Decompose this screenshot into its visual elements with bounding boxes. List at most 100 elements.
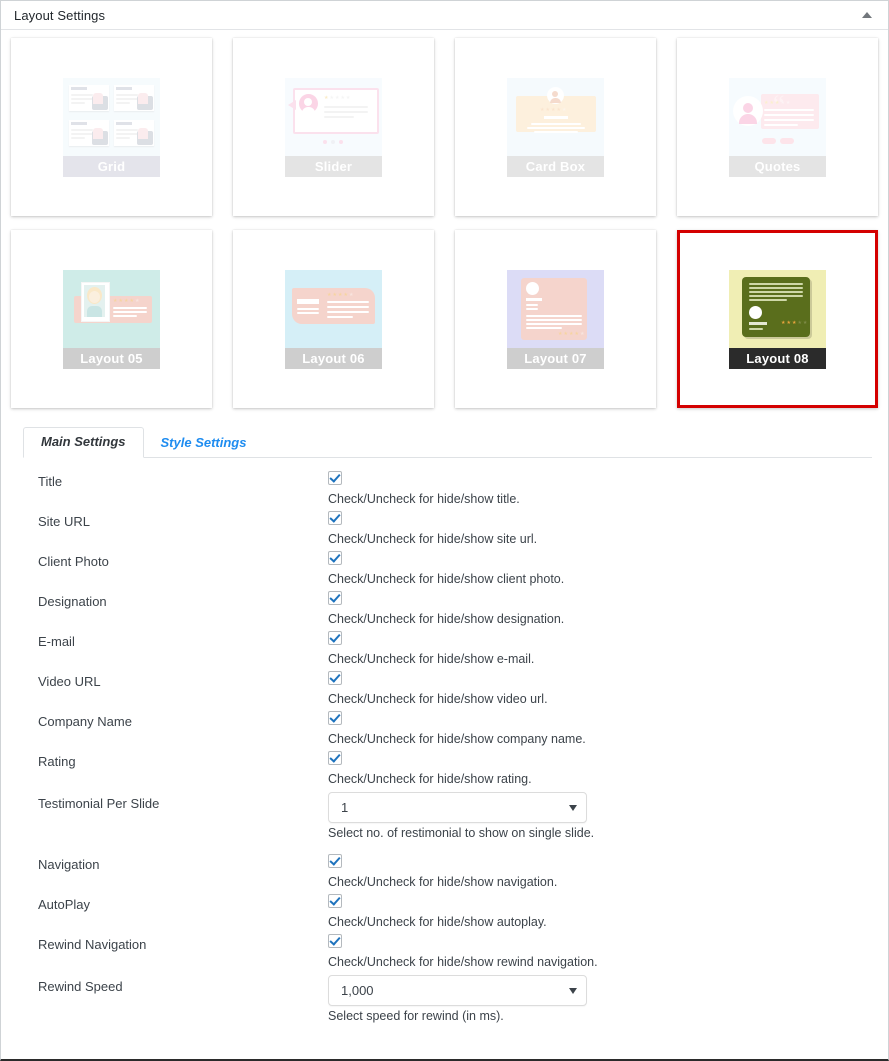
layout-thumbnail: ★★★★★ Layout 07	[507, 269, 604, 369]
settings-tabs: Main Settings Style Settings	[23, 426, 872, 458]
tab-style-settings[interactable]: Style Settings	[144, 429, 264, 458]
layout-thumbnail: ★★★★★ Layout 05	[63, 269, 160, 369]
setting-control: Check/Uncheck for hide/show navigation.	[328, 854, 888, 890]
layout-option-label: Layout 07	[507, 347, 604, 369]
layout-option-label: Slider	[285, 155, 382, 177]
setting-label: E-mail	[38, 634, 75, 649]
setting-label: Testimonial Per Slide	[38, 796, 160, 811]
checkbox-client-photo[interactable]	[328, 551, 342, 565]
layout-option-quotes[interactable]: “ ★★★★★ Quotes	[677, 38, 878, 216]
select-rewind-speed[interactable]: 1,000	[328, 975, 587, 1006]
setting-control: Check/Uncheck for hide/show site url.	[328, 511, 888, 547]
setting-label: Rating	[38, 754, 76, 769]
chevron-down-icon	[569, 804, 577, 811]
layout-option-layout-05[interactable]: ★★★★★ Layout 05	[11, 230, 212, 408]
setting-row: Rewind Navigation Check/Uncheck for hide/…	[1, 934, 888, 974]
setting-control: Check/Uncheck for hide/show client photo…	[328, 551, 888, 587]
setting-row: Navigation Check/Uncheck for hide/show na…	[1, 854, 888, 894]
layout-option-slider[interactable]: ★★★★★ Slider	[233, 38, 434, 216]
tab-main-settings[interactable]: Main Settings	[23, 427, 144, 458]
layout-option-label: Layout 05	[63, 347, 160, 369]
setting-hint: Check/Uncheck for hide/show autoplay.	[328, 915, 547, 929]
setting-control: Check/Uncheck for hide/show title.	[328, 471, 888, 507]
setting-hint: Check/Uncheck for hide/show designation.	[328, 612, 565, 626]
select-value: 1	[341, 800, 349, 815]
caret-up-icon[interactable]	[858, 6, 876, 24]
layout-thumbnail: “ ★★★★★ Quotes	[729, 77, 826, 177]
setting-hint: Check/Uncheck for hide/show e-mail.	[328, 652, 535, 666]
layout-option-layout-07[interactable]: ★★★★★ Layout 07	[455, 230, 656, 408]
setting-row: AutoPlay Check/Uncheck for hide/show auto…	[1, 894, 888, 934]
layout-preview-icon: ★★★★★	[507, 269, 604, 348]
setting-row: E-mail Check/Uncheck for hide/show e-mail…	[1, 631, 888, 671]
setting-control: Check/Uncheck for hide/show designation.	[328, 591, 888, 627]
setting-control: Check/Uncheck for hide/show e-mail.	[328, 631, 888, 667]
setting-row: Designation Check/Uncheck for hide/show d…	[1, 591, 888, 631]
setting-row: Video URL Check/Uncheck for hide/show vid…	[1, 671, 888, 711]
setting-control: Check/Uncheck for hide/show autoplay.	[328, 894, 888, 930]
layout-thumbnail: Grid	[63, 77, 160, 177]
setting-row: Client Photo Check/Uncheck for hide/show …	[1, 551, 888, 591]
setting-hint: Select speed for rewind (in ms).	[328, 1009, 504, 1023]
setting-hint: Check/Uncheck for hide/show navigation.	[328, 875, 558, 889]
checkbox-e-mail[interactable]	[328, 631, 342, 645]
layout-option-label: Grid	[63, 155, 160, 177]
layout-option-layout-06[interactable]: ★★★★★ Layout 06	[233, 230, 434, 408]
setting-row: Rating Check/Uncheck for hide/show rating…	[1, 751, 888, 791]
settings-list: Title Check/Uncheck for hide/show title. S…	[1, 458, 888, 1037]
layout-preview-icon: ★★★★★	[729, 269, 826, 348]
layout-thumbnail: ★★★★★ Card Box	[507, 77, 604, 177]
setting-label: Video URL	[38, 674, 101, 689]
chevron-down-icon	[569, 987, 577, 994]
checkbox-autoplay[interactable]	[328, 894, 342, 908]
setting-hint: Select no. of restimonial to show on sin…	[328, 826, 595, 840]
setting-label: Designation	[38, 594, 107, 609]
layout-option-layout-08[interactable]: ★★★★★ Layout 08	[677, 230, 878, 408]
layout-preview-icon	[63, 77, 160, 156]
layout-preview-icon: “ ★★★★★	[729, 77, 826, 156]
setting-hint: Check/Uncheck for hide/show client photo…	[328, 572, 565, 586]
setting-row: Title Check/Uncheck for hide/show title.	[1, 471, 888, 511]
select-testimonial-per-slide[interactable]: 1	[328, 792, 587, 823]
layout-preview-icon: ★★★★★	[63, 269, 160, 348]
setting-label: Title	[38, 474, 63, 489]
setting-label: Client Photo	[38, 554, 109, 569]
checkbox-site-url[interactable]	[328, 511, 342, 525]
checkbox-rewind-navigation[interactable]	[328, 934, 342, 948]
setting-row: Rewind Speed 1,000 Select speed for rewind…	[1, 974, 888, 1037]
setting-hint: Check/Uncheck for hide/show title.	[328, 492, 520, 506]
layout-thumbnail: ★★★★★ Layout 08	[729, 269, 826, 369]
checkbox-title[interactable]	[328, 471, 342, 485]
layout-preview-icon: ★★★★★	[285, 77, 382, 156]
setting-hint: Check/Uncheck for hide/show rewind navig…	[328, 955, 598, 969]
setting-control: 1 Select no. of restimonial to show on si…	[328, 791, 888, 841]
layout-settings-panel: Layout Settings Grid ★★★★★ Slider ★★★★★ …	[0, 0, 889, 1061]
setting-hint: Check/Uncheck for hide/show site url.	[328, 532, 538, 546]
layout-option-label: Layout 06	[285, 347, 382, 369]
checkbox-navigation[interactable]	[328, 854, 342, 868]
setting-hint: Check/Uncheck for hide/show video url.	[328, 692, 548, 706]
setting-hint: Check/Uncheck for hide/show rating.	[328, 772, 532, 786]
checkbox-video-url[interactable]	[328, 671, 342, 685]
layout-option-card-box[interactable]: ★★★★★ Card Box	[455, 38, 656, 216]
panel-header: Layout Settings	[1, 1, 888, 30]
setting-label: Company Name	[38, 714, 132, 729]
layout-thumbnail-grid: Grid ★★★★★ Slider ★★★★★ Card Box “ ★★★★★	[1, 30, 888, 410]
layout-preview-icon: ★★★★★	[507, 77, 604, 156]
setting-label: Rewind Navigation	[38, 937, 147, 952]
select-value: 1,000	[341, 983, 374, 998]
page-title: Layout Settings	[14, 7, 106, 23]
setting-label: AutoPlay	[38, 897, 91, 912]
setting-control: Check/Uncheck for hide/show video url.	[328, 671, 888, 707]
layout-option-grid[interactable]: Grid	[11, 38, 212, 216]
setting-control: Check/Uncheck for hide/show rewind navig…	[328, 934, 888, 970]
checkbox-designation[interactable]	[328, 591, 342, 605]
layout-option-label: Card Box	[507, 155, 604, 177]
setting-control: 1,000 Select speed for rewind (in ms).	[328, 974, 888, 1024]
checkbox-rating[interactable]	[328, 751, 342, 765]
setting-control: Check/Uncheck for hide/show rating.	[328, 751, 888, 787]
setting-hint: Check/Uncheck for hide/show company name…	[328, 732, 586, 746]
setting-label: Rewind Speed	[38, 979, 123, 994]
checkbox-company-name[interactable]	[328, 711, 342, 725]
setting-label: Navigation	[38, 857, 100, 872]
